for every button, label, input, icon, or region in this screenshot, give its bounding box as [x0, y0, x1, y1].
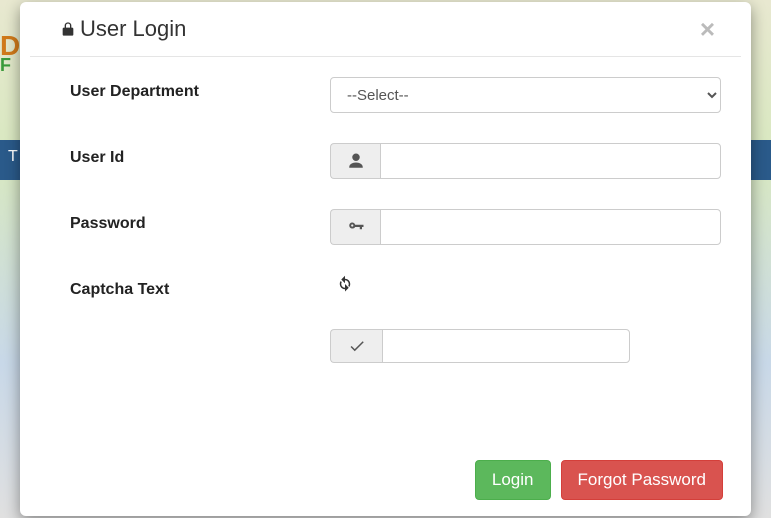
row-password: Password: [50, 209, 721, 245]
password-input[interactable]: [380, 209, 721, 245]
modal-title: User Login: [60, 16, 186, 42]
modal-footer: Login Forgot Password: [20, 448, 751, 516]
lock-icon: [60, 20, 76, 38]
login-modal: User Login × User Department --Select-- …: [20, 2, 751, 516]
row-user-id: User Id: [50, 143, 721, 179]
user-id-addon: [330, 143, 380, 179]
captcha-input[interactable]: [382, 329, 630, 363]
modal-body: User Department --Select-- User Id Passw…: [20, 57, 751, 448]
password-addon: [330, 209, 380, 245]
login-button[interactable]: Login: [475, 460, 551, 500]
department-select[interactable]: --Select--: [330, 77, 721, 113]
label-department: User Department: [50, 77, 330, 101]
user-icon: [347, 152, 365, 170]
close-button[interactable]: ×: [694, 16, 721, 42]
modal-title-text: User Login: [80, 16, 186, 42]
row-captcha-label: Captcha Text: [50, 275, 721, 299]
label-captcha: Captcha Text: [50, 275, 330, 299]
label-user-id: User Id: [50, 143, 330, 167]
refresh-icon[interactable]: [336, 275, 354, 293]
user-id-input[interactable]: [380, 143, 721, 179]
key-icon: [347, 218, 365, 236]
label-captcha-empty: [50, 329, 330, 335]
row-department: User Department --Select--: [50, 77, 721, 113]
forgot-password-button[interactable]: Forgot Password: [561, 460, 724, 500]
label-password: Password: [50, 209, 330, 233]
modal-header: User Login ×: [30, 2, 741, 57]
check-icon: [348, 337, 366, 355]
row-captcha-input: [50, 329, 721, 363]
captcha-addon: [330, 329, 382, 363]
